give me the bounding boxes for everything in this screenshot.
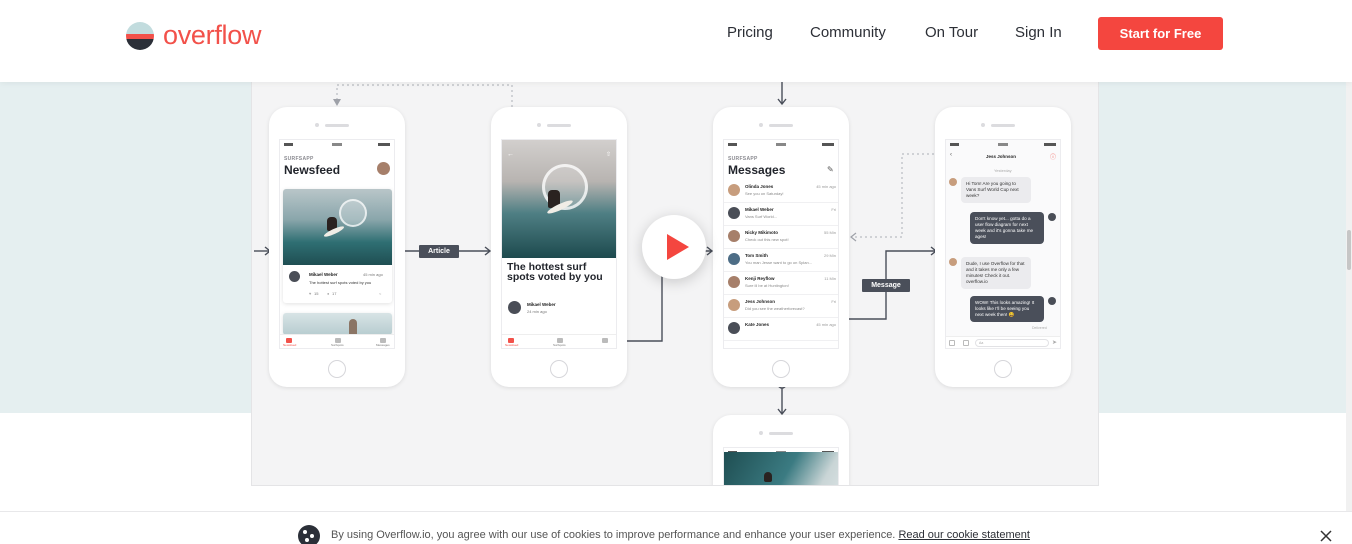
nav-sign-in[interactable]: Sign In [1015, 24, 1062, 41]
comment-icon[interactable]: ● [327, 291, 329, 296]
post-text: The hottest surf spots voted by you [309, 280, 372, 285]
newsfeed-title: Newsfeed [284, 163, 341, 177]
article-headline: The hottest surf spots voted by you [507, 261, 603, 283]
flow-diagram-preview: Article Message SURFSAPP Newsfeed Mikael… [251, 82, 1099, 486]
article-author-avatar [508, 301, 521, 314]
nav-on-tour[interactable]: On Tour [925, 24, 978, 41]
scrollbar-track[interactable] [1346, 82, 1352, 512]
post-comments: 17 [332, 291, 337, 296]
newsfeed-post-card[interactable]: Mikael Weber 45 min ago The hottest surf… [283, 189, 392, 303]
tab-surfspots[interactable]: Surfspots [553, 343, 566, 347]
post-time: 45 min ago [363, 272, 383, 277]
avatar [377, 162, 390, 175]
cookie-icon [298, 525, 320, 544]
home-button [550, 360, 568, 378]
logo[interactable]: overflow [126, 20, 261, 51]
article-hero-photo: ← ⇧ [502, 140, 616, 258]
tab-newsfeed[interactable]: Newsfeed [283, 343, 296, 347]
messages-title: Messages [728, 163, 786, 177]
article-screen: ← ⇧ The hottest surf spots voted by you … [501, 139, 617, 349]
home-button [772, 360, 790, 378]
cookie-statement-link[interactable]: Read our cookie statement [898, 529, 1029, 541]
messages-tab-icon[interactable] [602, 338, 608, 343]
article-tab-bar: Newsfeed Surfspots [502, 334, 616, 348]
site-header: overflow Pricing Community On Tour Sign … [0, 0, 1352, 82]
post-likes: 15 [314, 291, 319, 296]
chat-bubble: WOW! This looks amazing! It looks like I… [970, 296, 1044, 322]
message-row[interactable]: Kate Jones 45 min ago [724, 318, 838, 341]
share-icon[interactable]: ⇧ [606, 151, 611, 158]
camera-icon[interactable] [949, 340, 955, 346]
chat-input[interactable]: Aa [975, 339, 1049, 347]
start-for-free-button[interactable]: Start for Free [1098, 17, 1223, 50]
chat-bubble: Dude, I use Overflow for that and it tak… [961, 257, 1031, 289]
surfspot-screen [723, 447, 839, 485]
heart-icon[interactable]: ♥ [309, 291, 311, 296]
phone-messages: SURFSAPP Messages ✎ Olinda Jones See you … [713, 107, 849, 387]
send-icon[interactable]: ➤ [1052, 339, 1057, 346]
tab-newsfeed[interactable]: Newsfeed [505, 343, 518, 347]
flow-label-message: Message [862, 279, 910, 292]
logo-icon [126, 21, 154, 50]
home-button [994, 360, 1012, 378]
newsfeed-post-card[interactable] [283, 313, 392, 335]
article-author: Mikael Weber [527, 302, 556, 307]
newsfeed-tab-bar: Newsfeed Surfspots Messages [280, 334, 394, 348]
play-icon [667, 234, 689, 260]
article-time: 24 min ago [527, 309, 547, 314]
chat-contact-name: Jess Johnson [986, 154, 1017, 159]
phone-article: ← ⇧ The hottest surf spots voted by you … [491, 107, 627, 387]
phone-surfspot [713, 415, 849, 485]
close-icon[interactable] [1319, 529, 1333, 543]
messages-screen: SURFSAPP Messages ✎ Olinda Jones See you … [723, 139, 839, 349]
chat-bubble: Don't know yet... gotta do a user flow d… [970, 212, 1044, 244]
cookie-message: By using Overflow.io, you agree with our… [331, 529, 1030, 541]
chat-date: Yesterday [994, 168, 1012, 173]
cookie-banner: By using Overflow.io, you agree with our… [0, 511, 1352, 544]
share-icon[interactable]: < [379, 291, 381, 296]
tab-messages[interactable]: Messages [376, 343, 390, 347]
message-row[interactable]: Nicky Mikimoto Check out this new spot! 55… [724, 226, 838, 249]
play-video-button[interactable] [642, 215, 706, 279]
chat-screen: ‹ Jess Johnson ⓘ Yesterday Hi Tom! Are y… [945, 139, 1061, 349]
messages-app-label: SURFSAPP [728, 156, 758, 162]
message-row[interactable]: Olinda Jones See you on Saturday! 45 min a… [724, 180, 838, 203]
newsfeed-screen: SURFSAPP Newsfeed Mikael Weber 45 min ag… [279, 139, 395, 349]
message-row[interactable]: Kenji Reyflow Sure ill be at Huntington! 1… [724, 272, 838, 295]
nav-community[interactable]: Community [810, 24, 886, 41]
surf-photo [283, 189, 392, 265]
message-row[interactable]: Jess Johnson Did you see the weatherforec… [724, 295, 838, 318]
info-icon[interactable]: ⓘ [1050, 152, 1056, 161]
phone-newsfeed: SURFSAPP Newsfeed Mikael Weber 45 min ag… [269, 107, 405, 387]
tab-surfspots[interactable]: Surfspots [331, 343, 344, 347]
post-author-avatar [289, 271, 300, 282]
image-icon[interactable] [963, 340, 969, 346]
home-button [328, 360, 346, 378]
phone-chat: ‹ Jess Johnson ⓘ Yesterday Hi Tom! Are y… [935, 107, 1071, 387]
back-arrow-icon[interactable]: ← [507, 151, 514, 158]
chat-bubble: Hi Tom! Are you going to Vans Surf World… [961, 177, 1031, 203]
post-author: Mikael Weber [309, 272, 338, 277]
message-row[interactable]: Tom Smith You man Jesse want to go on Spl… [724, 249, 838, 272]
cookie-text: By using Overflow.io, you agree with our… [331, 529, 896, 541]
surfspot-photo [724, 452, 838, 485]
newsfeed-app-label: SURFSAPP [284, 156, 314, 162]
message-row[interactable]: Mikael Weber Vans Surf World... Fri [724, 203, 838, 226]
logo-text: overflow [163, 20, 262, 50]
chat-read-status: Delivered [1032, 326, 1047, 330]
back-arrow-icon[interactable]: ‹ [950, 152, 952, 158]
compose-icon[interactable]: ✎ [827, 165, 834, 174]
flow-label-article: Article [419, 245, 459, 258]
scrollbar-thumb[interactable] [1347, 230, 1351, 270]
nav-pricing[interactable]: Pricing [727, 24, 773, 41]
